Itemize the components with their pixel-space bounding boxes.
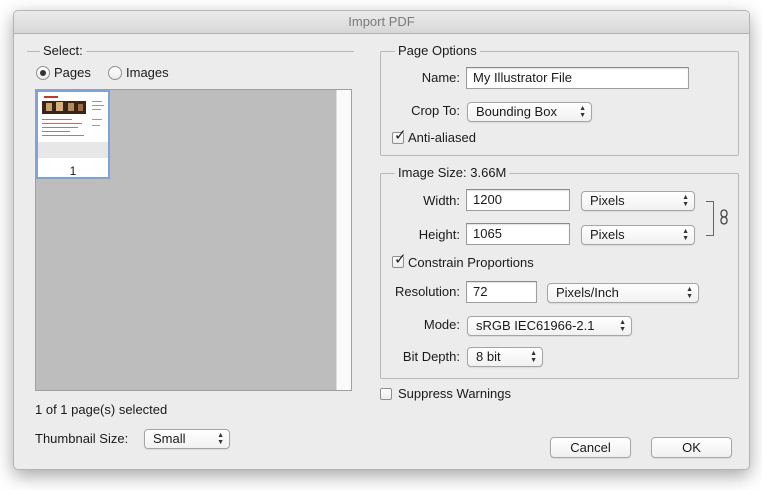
image-size-legend: Image Size: 3.66M — [395, 166, 510, 180]
import-pdf-dialog: Import PDF Select: Pages Images 1 1 of 1… — [13, 10, 750, 470]
thumbnail-size-label: Thumbnail Size: — [35, 431, 129, 446]
mode-label: Mode: — [423, 317, 460, 332]
images-radio-label[interactable]: Images — [126, 65, 169, 80]
anti-aliased-checkbox[interactable]: ✓ — [392, 128, 407, 144]
popup-arrows-icon: ▲ ▼ — [686, 286, 693, 300]
name-label: Name: — [421, 70, 460, 85]
width-unit-value: Pixels — [590, 193, 625, 208]
resolution-unit-value: Pixels/Inch — [556, 285, 619, 300]
height-field[interactable]: 1065 — [466, 223, 570, 245]
page-thumbnail[interactable]: 1 — [36, 90, 110, 179]
pages-radio-label[interactable]: Pages — [54, 65, 91, 80]
popup-arrows-icon: ▲ ▼ — [682, 194, 689, 208]
bit-depth-label: Bit Depth: — [402, 349, 460, 364]
page-thumbnail-area: 1 — [35, 89, 352, 391]
window-title: Import PDF — [14, 11, 749, 34]
width-field[interactable]: 1200 — [466, 189, 570, 211]
constrain-proportions-label[interactable]: Constrain Proportions — [408, 255, 534, 270]
popup-arrows-icon: ▲ ▼ — [579, 105, 586, 119]
popup-arrows-icon: ▲ ▼ — [217, 432, 224, 446]
ok-button[interactable]: OK — [651, 437, 732, 458]
select-legend: Select: — [40, 44, 86, 58]
width-unit-popup[interactable]: Pixels ▲ ▼ — [581, 191, 695, 211]
pages-radio[interactable] — [36, 66, 50, 80]
height-label: Height: — [418, 227, 460, 242]
thumbnail-size-popup[interactable]: Small ▲ ▼ — [144, 429, 230, 449]
bit-depth-popup[interactable]: 8 bit ▲ ▼ — [467, 347, 543, 367]
selection-status: 1 of 1 page(s) selected — [35, 402, 168, 417]
popup-arrows-icon: ▲ ▼ — [619, 319, 626, 333]
constrain-proportions-checkbox[interactable]: ✓ — [392, 252, 407, 268]
thumbnail-size-value: Small — [153, 431, 186, 446]
name-field[interactable]: My Illustrator File — [466, 67, 689, 89]
resolution-label: Resolution: — [394, 284, 460, 299]
height-unit-popup[interactable]: Pixels ▲ ▼ — [581, 225, 695, 245]
cancel-button[interactable]: Cancel — [550, 437, 631, 458]
crop-to-value: Bounding Box — [476, 104, 557, 119]
constrain-bracket — [706, 201, 714, 236]
mode-popup[interactable]: sRGB IEC61966-2.1 ▲ ▼ — [467, 316, 632, 336]
height-unit-value: Pixels — [590, 227, 625, 242]
popup-arrows-icon: ▲ ▼ — [530, 350, 537, 364]
checkmark-icon: ✓ — [394, 127, 407, 144]
thumbnail-scrollbar[interactable] — [336, 90, 351, 390]
crop-to-label: Crop To: — [411, 103, 460, 118]
resolution-unit-popup[interactable]: Pixels/Inch ▲ ▼ — [547, 283, 699, 303]
page-number: 1 — [69, 164, 77, 178]
popup-arrows-icon: ▲ ▼ — [682, 228, 689, 242]
anti-aliased-label[interactable]: Anti-aliased — [408, 130, 476, 145]
checkmark-icon: ✓ — [394, 251, 407, 268]
bit-depth-value: 8 bit — [476, 349, 501, 364]
mode-value: sRGB IEC61966-2.1 — [476, 318, 595, 333]
suppress-warnings-checkbox[interactable] — [380, 388, 392, 400]
radio-dot-icon — [40, 70, 46, 76]
resolution-field[interactable]: 72 — [466, 281, 537, 303]
page-thumbnail-image — [38, 92, 108, 158]
chain-link-icon[interactable] — [719, 209, 729, 225]
crop-to-popup[interactable]: Bounding Box ▲ ▼ — [467, 102, 592, 122]
images-radio[interactable] — [108, 66, 122, 80]
page-options-legend: Page Options — [395, 44, 480, 58]
width-label: Width: — [423, 193, 460, 208]
suppress-warnings-label[interactable]: Suppress Warnings — [398, 386, 511, 401]
